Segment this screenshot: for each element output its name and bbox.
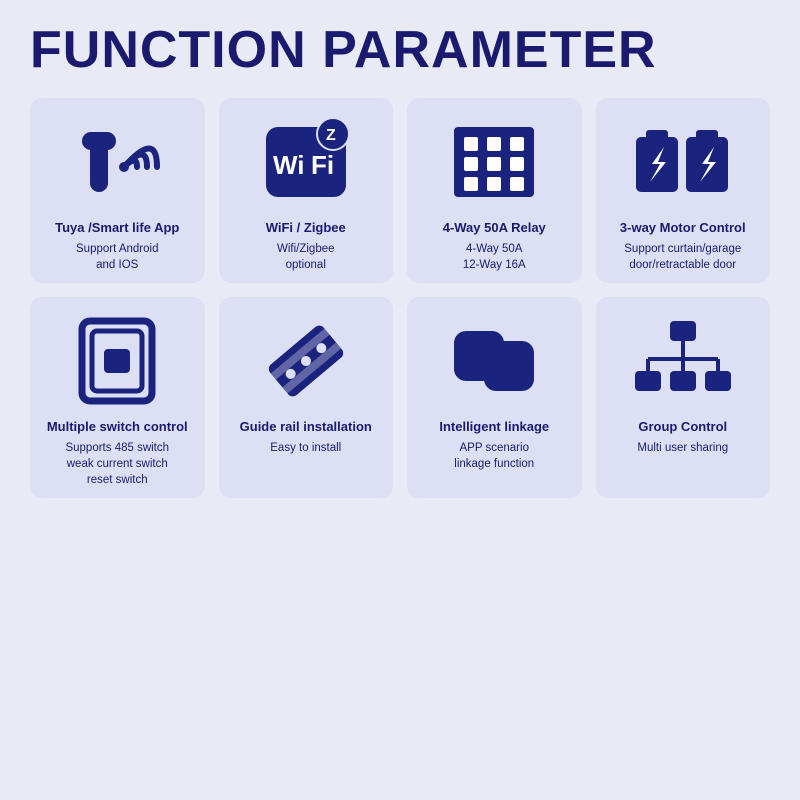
- card-tuya: Tuya /Smart life App Support Android and…: [30, 98, 205, 283]
- svg-text:Wi: Wi: [273, 150, 305, 180]
- card-group: Group Control Multi user sharing: [596, 297, 771, 498]
- tuya-title: Tuya /Smart life App: [55, 220, 179, 237]
- relay-title: 4-Way 50A Relay: [443, 220, 546, 237]
- linkage-title: Intelligent linkage: [439, 419, 549, 436]
- switch-sub: Supports 485 switch weak current switch …: [65, 440, 169, 488]
- card-linkage: Intelligent linkage APP scenario linkage…: [407, 297, 582, 498]
- motor-title: 3-way Motor Control: [620, 220, 746, 237]
- svg-text:Z: Z: [326, 127, 336, 144]
- wifi-title: WiFi / Zigbee: [266, 220, 346, 237]
- linkage-sub: APP scenario linkage function: [454, 440, 534, 472]
- motor-icon: [628, 112, 738, 212]
- tuya-icon: [62, 112, 172, 212]
- card-switch: Multiple switch control Supports 485 swi…: [30, 297, 205, 498]
- switch-title: Multiple switch control: [47, 419, 188, 436]
- wifi-sub: Wifi/Zigbee optional: [277, 241, 335, 273]
- feature-grid: Tuya /Smart life App Support Android and…: [30, 98, 770, 498]
- rail-title: Guide rail installation: [240, 419, 372, 436]
- motor-sub: Support curtain/garage door/retractable …: [624, 241, 741, 273]
- linkage-icon: [439, 311, 549, 411]
- group-sub: Multi user sharing: [637, 440, 728, 456]
- svg-text:Fi: Fi: [311, 150, 334, 180]
- rail-icon: [251, 311, 361, 411]
- relay-icon: [439, 112, 549, 212]
- wifi-icon: Wi Fi Z: [251, 112, 361, 212]
- card-motor: 3-way Motor Control Support curtain/gara…: [596, 98, 771, 283]
- card-rail: Guide rail installation Easy to install: [219, 297, 394, 498]
- group-icon: [628, 311, 738, 411]
- rail-sub: Easy to install: [270, 440, 341, 456]
- tuya-sub: Support Android and IOS: [76, 241, 158, 273]
- page-title: FUNCTION PARAMETER: [30, 20, 770, 80]
- relay-sub: 4-Way 50A 12-Way 16A: [463, 241, 526, 273]
- group-title: Group Control: [638, 419, 727, 436]
- page: FUNCTION PARAMETER: [0, 0, 800, 800]
- card-wifi: Wi Fi Z WiFi / Zigbee Wifi/Zigbee option…: [219, 98, 394, 283]
- card-relay: 4-Way 50A Relay 4-Way 50A 12-Way 16A: [407, 98, 582, 283]
- switch-icon: [62, 311, 172, 411]
